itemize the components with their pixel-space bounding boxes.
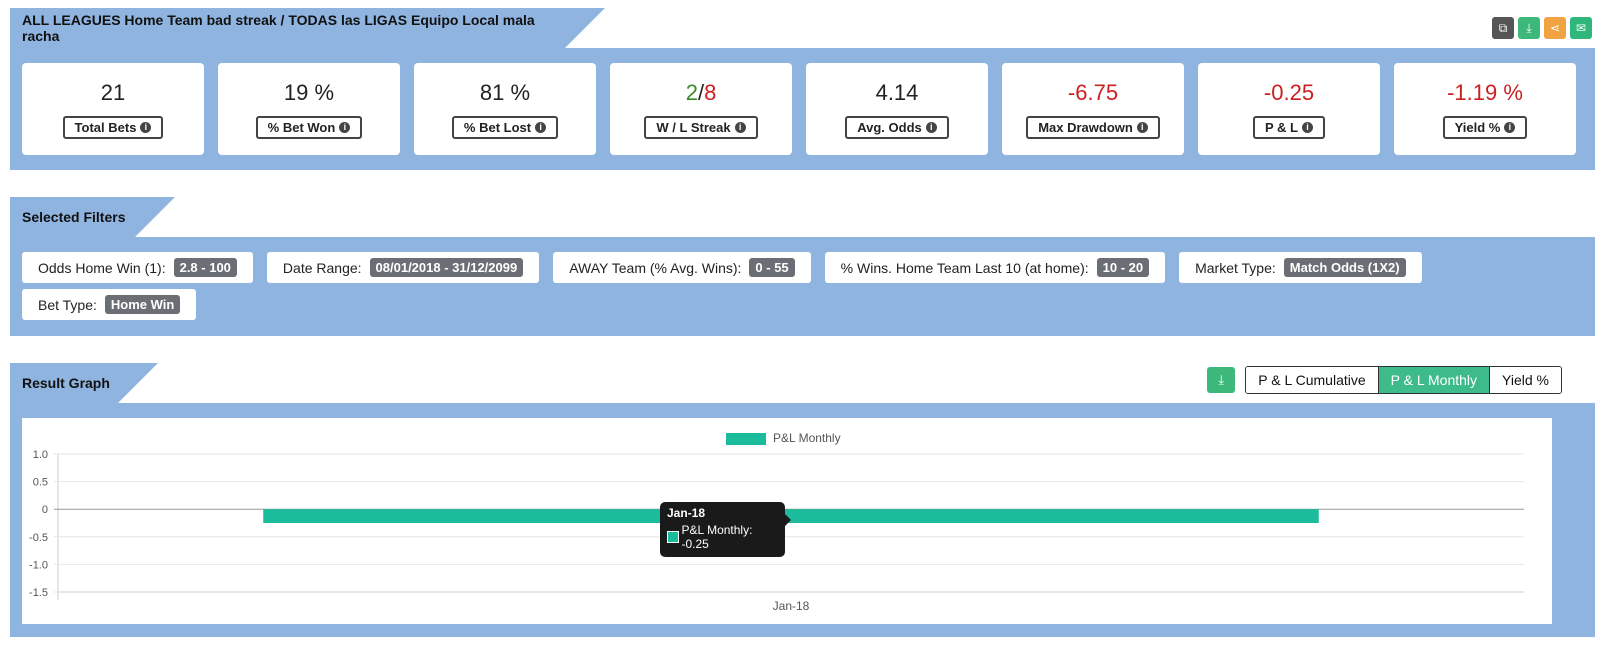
filter-value-badge: Match Odds (1X2)	[1283, 258, 1406, 277]
filter-chip: Market Type: Match Odds (1X2)	[1179, 252, 1422, 283]
info-icon: i	[140, 121, 152, 133]
stats-row: 21 Total Bets i 19 %% Bet Won i 81 %% Bet Los…	[22, 63, 1576, 155]
info-icon: i	[339, 121, 351, 133]
view-toggle-p-l-monthly[interactable]: P & L Monthly	[1378, 367, 1491, 393]
info-icon: i	[535, 121, 547, 133]
graph-download-button[interactable]: ⤓	[1207, 367, 1236, 393]
summary-header: ALL LEAGUES Home Team bad streak / TODAS…	[10, 8, 605, 48]
filter-label: Date Range:	[282, 259, 362, 276]
stat-value: -6.75	[1067, 79, 1119, 105]
copy-button[interactable]: ⧉	[1492, 17, 1514, 39]
tooltip-swatch	[667, 531, 679, 543]
streak-losses: 8	[704, 79, 717, 105]
share-icon: ⋖	[1549, 21, 1561, 35]
stat-label: % Bet Won	[267, 119, 336, 135]
filter-chip: % Wins. Home Team Last 10 (at home): 10 -…	[824, 252, 1166, 283]
copy-icon: ⧉	[1498, 20, 1508, 35]
stat-card: 81 % % Bet Lost i	[414, 63, 596, 155]
filter-chip: Odds Home Win (1): 2.8 - 100	[22, 252, 253, 283]
stat-label-button[interactable]: % Bet Won i	[255, 115, 363, 139]
filter-value-badge: 2.8 - 100	[173, 258, 237, 277]
stat-card: 2/8 W / L Streak i	[610, 63, 792, 155]
streak-wins: 2	[685, 79, 698, 105]
y-tick-label: -1.0	[29, 559, 48, 571]
stat-value: 4.14	[875, 79, 919, 105]
header-actions: ⧉ ⤓ ⋖ ✉	[1492, 17, 1592, 39]
stat-label: Total Bets	[74, 119, 137, 135]
legend-label: P&L Monthly	[773, 431, 841, 445]
summary-title: ALL LEAGUES Home Team bad streak / TODAS…	[22, 12, 535, 44]
graph-toolbar: ⤓ P & L Cumulative P & L Monthly Yield %	[1207, 366, 1562, 394]
filter-label: Odds Home Win (1):	[38, 259, 166, 276]
stat-label: Avg. Odds	[857, 119, 922, 135]
stat-label-button[interactable]: Yield % i	[1442, 115, 1528, 139]
stat-value: 2/8	[686, 80, 717, 106]
graph-header: Result Graph	[10, 363, 158, 403]
filter-value-badge: 10 - 20	[1096, 258, 1150, 277]
bar-jan-18	[263, 509, 1319, 523]
stat-label: Max Drawdown	[1038, 119, 1133, 135]
stat-value: 81 %	[479, 79, 531, 105]
y-tick-label: -0.5	[29, 532, 48, 544]
mail-button[interactable]: ✉	[1570, 17, 1592, 39]
info-icon: i	[1136, 121, 1148, 133]
stat-label: W / L Streak	[656, 119, 731, 135]
stat-label-button[interactable]: Avg. Odds i	[845, 115, 949, 139]
filter-chip: AWAY Team (% Avg. Wins): 0 - 55	[553, 252, 811, 283]
view-toggle-p-l-cumulative[interactable]: P & L Cumulative	[1246, 367, 1379, 393]
filter-value-badge: 0 - 55	[749, 258, 795, 277]
stat-card: -1.19 % Yield % i	[1394, 63, 1576, 155]
filter-chip: Date Range: 08/01/2018 - 31/12/2099	[266, 252, 540, 283]
download-icon: ⤓	[1218, 372, 1225, 387]
info-icon: i	[925, 121, 937, 133]
tooltip-text: P&L Monthly: -0.25	[681, 523, 753, 551]
view-toggle-yield-%[interactable]: Yield %	[1490, 367, 1561, 393]
stat-value: -0.25	[1263, 79, 1315, 105]
stat-label-button[interactable]: % Bet Lost i	[451, 115, 559, 139]
tooltip-title: Jan-18	[667, 506, 706, 520]
graph-title: Result Graph	[22, 375, 110, 391]
filter-value-badge: 08/01/2018 - 31/12/2099	[369, 258, 524, 277]
filter-label: Market Type:	[1195, 259, 1276, 276]
stat-value: 21	[100, 79, 126, 105]
stat-card: 21 Total Bets i	[22, 63, 204, 155]
filter-label: % Wins. Home Team Last 10 (at home):	[840, 259, 1089, 276]
share-button[interactable]: ⋖	[1544, 17, 1566, 39]
stat-value: 19 %	[283, 79, 335, 105]
stat-card: -6.75 Max Drawdown i	[1002, 63, 1184, 155]
y-tick-label: 1.0	[33, 449, 48, 461]
stat-card: -0.25 P & L i	[1198, 63, 1380, 155]
stat-value: -1.19 %	[1447, 79, 1523, 105]
download-button[interactable]: ⤓	[1518, 17, 1540, 39]
stat-card: 4.14 Avg. Odds i	[806, 63, 988, 155]
stat-card: 19 % % Bet Won i	[218, 63, 400, 155]
stat-label: P & L	[1265, 119, 1298, 135]
stat-label: Yield %	[1454, 119, 1501, 135]
info-icon: i	[1504, 121, 1516, 133]
filter-chip: Bet Type: Home Win	[22, 289, 197, 320]
chart-tooltip: Jan-18 P&L Monthly: -0.25	[660, 502, 791, 557]
filters-title: Selected Filters	[22, 209, 126, 225]
filters-header: Selected Filters	[10, 197, 175, 237]
y-tick-label: -1.5	[29, 587, 48, 599]
legend-swatch	[726, 433, 766, 445]
info-icon: i	[734, 121, 746, 133]
stat-label-button[interactable]: W / L Streak i	[644, 115, 758, 139]
mail-icon: ✉	[1575, 21, 1587, 35]
filter-label: AWAY Team (% Avg. Wins):	[569, 259, 742, 276]
stat-label: % Bet Lost	[463, 119, 532, 135]
stat-label-button[interactable]: P & Li	[1253, 115, 1325, 139]
y-tick-label: 0	[42, 504, 48, 516]
stat-label-button[interactable]: Total Bets i	[62, 115, 164, 139]
stat-label-button[interactable]: Max Drawdown i	[1026, 115, 1160, 139]
y-tick-label: 0.5	[33, 477, 48, 489]
x-tick-label: Jan-18	[773, 599, 810, 613]
filter-label: Bet Type:	[38, 296, 97, 313]
filters-list: Odds Home Win (1): 2.8 - 100 Date Range: 08…	[22, 252, 1582, 320]
info-icon: i	[1302, 121, 1313, 133]
filter-value-badge: Home Win	[104, 295, 181, 314]
download-icon: ⤓	[1526, 20, 1532, 35]
graph-view-toggle: P & L Cumulative P & L Monthly Yield %	[1245, 366, 1562, 394]
